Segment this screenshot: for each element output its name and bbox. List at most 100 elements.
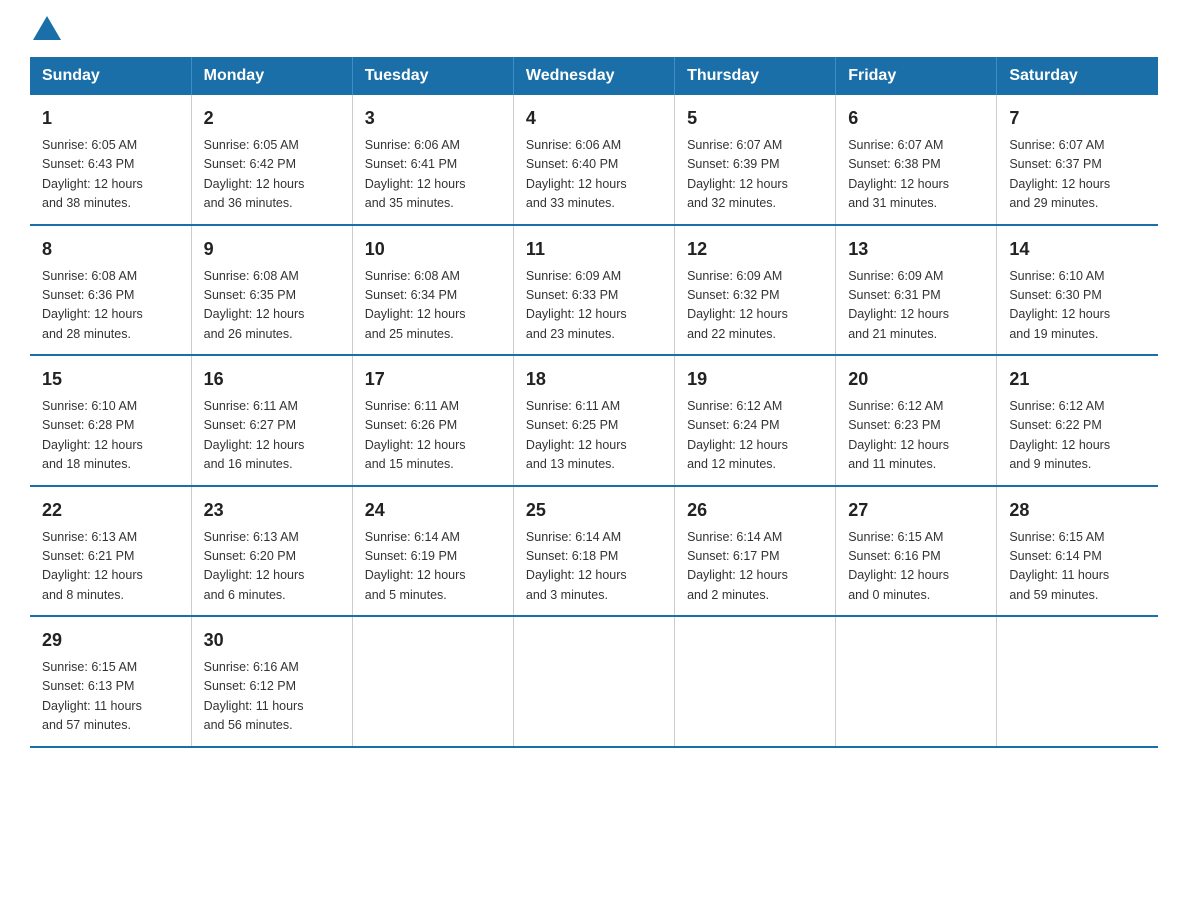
calendar-cell: 27Sunrise: 6:15 AMSunset: 6:16 PMDayligh… bbox=[836, 486, 997, 617]
day-number: 4 bbox=[526, 105, 662, 132]
day-details: Sunrise: 6:09 AMSunset: 6:33 PMDaylight:… bbox=[526, 267, 662, 345]
page-header bbox=[30, 20, 1158, 37]
weekday-header-saturday: Saturday bbox=[997, 57, 1158, 95]
calendar-cell: 2 Sunrise: 6:05 AMSunset: 6:42 PMDaylight… bbox=[191, 95, 352, 225]
day-number: 1 bbox=[42, 105, 179, 132]
calendar-cell: 23 Sunrise: 6:13 AMSunset: 6:20 PMDayligh… bbox=[191, 486, 352, 617]
day-details: Sunrise: 6:11 AMSunset: 6:27 PMDaylight:… bbox=[204, 397, 340, 475]
day-details: Sunrise: 6:09 AMSunset: 6:32 PMDaylight:… bbox=[687, 267, 823, 345]
day-number: 17 bbox=[365, 366, 501, 393]
day-details: Sunrise: 6:07 AMSunset: 6:37 PMDaylight:… bbox=[1009, 136, 1146, 214]
calendar-cell: 1 Sunrise: 6:05 AMSunset: 6:43 PMDaylight… bbox=[30, 95, 191, 225]
calendar-cell: 10Sunrise: 6:08 AMSunset: 6:34 PMDayligh… bbox=[352, 225, 513, 356]
calendar-cell bbox=[836, 616, 997, 747]
calendar-body: 1 Sunrise: 6:05 AMSunset: 6:43 PMDaylight… bbox=[30, 95, 1158, 747]
day-details: Sunrise: 6:07 AMSunset: 6:39 PMDaylight:… bbox=[687, 136, 823, 214]
day-number: 23 bbox=[204, 497, 340, 524]
day-number: 2 bbox=[204, 105, 340, 132]
calendar-cell: 6 Sunrise: 6:07 AMSunset: 6:38 PMDaylight… bbox=[836, 95, 997, 225]
day-number: 22 bbox=[42, 497, 179, 524]
day-details: Sunrise: 6:15 AMSunset: 6:13 PMDaylight:… bbox=[42, 658, 179, 736]
weekday-header-row: SundayMondayTuesdayWednesdayThursdayFrid… bbox=[30, 57, 1158, 95]
logo-triangle-icon bbox=[33, 16, 61, 40]
day-details: Sunrise: 6:14 AMSunset: 6:18 PMDaylight:… bbox=[526, 528, 662, 606]
calendar-cell: 24 Sunrise: 6:14 AMSunset: 6:19 PMDayligh… bbox=[352, 486, 513, 617]
calendar-cell bbox=[513, 616, 674, 747]
calendar-cell: 26 Sunrise: 6:14 AMSunset: 6:17 PMDayligh… bbox=[675, 486, 836, 617]
calendar-cell bbox=[675, 616, 836, 747]
day-details: Sunrise: 6:12 AMSunset: 6:24 PMDaylight:… bbox=[687, 397, 823, 475]
day-details: Sunrise: 6:13 AMSunset: 6:21 PMDaylight:… bbox=[42, 528, 179, 606]
day-number: 27 bbox=[848, 497, 984, 524]
calendar-cell: 8Sunrise: 6:08 AMSunset: 6:36 PMDaylight… bbox=[30, 225, 191, 356]
day-number: 24 bbox=[365, 497, 501, 524]
weekday-header-wednesday: Wednesday bbox=[513, 57, 674, 95]
day-number: 20 bbox=[848, 366, 984, 393]
calendar-week-4: 22 Sunrise: 6:13 AMSunset: 6:21 PMDayligh… bbox=[30, 486, 1158, 617]
day-details: Sunrise: 6:11 AMSunset: 6:26 PMDaylight:… bbox=[365, 397, 501, 475]
calendar-cell: 20 Sunrise: 6:12 AMSunset: 6:23 PMDayligh… bbox=[836, 355, 997, 486]
day-details: Sunrise: 6:12 AMSunset: 6:23 PMDaylight:… bbox=[848, 397, 984, 475]
day-number: 19 bbox=[687, 366, 823, 393]
calendar-cell: 5Sunrise: 6:07 AMSunset: 6:39 PMDaylight… bbox=[675, 95, 836, 225]
calendar-cell: 18 Sunrise: 6:11 AMSunset: 6:25 PMDayligh… bbox=[513, 355, 674, 486]
weekday-header-monday: Monday bbox=[191, 57, 352, 95]
day-details: Sunrise: 6:12 AMSunset: 6:22 PMDaylight:… bbox=[1009, 397, 1146, 475]
calendar-cell: 13Sunrise: 6:09 AMSunset: 6:31 PMDayligh… bbox=[836, 225, 997, 356]
calendar-week-1: 1 Sunrise: 6:05 AMSunset: 6:43 PMDaylight… bbox=[30, 95, 1158, 225]
day-details: Sunrise: 6:10 AMSunset: 6:30 PMDaylight:… bbox=[1009, 267, 1146, 345]
calendar-cell: 11Sunrise: 6:09 AMSunset: 6:33 PMDayligh… bbox=[513, 225, 674, 356]
calendar-cell: 28Sunrise: 6:15 AMSunset: 6:14 PMDayligh… bbox=[997, 486, 1158, 617]
calendar-cell: 19 Sunrise: 6:12 AMSunset: 6:24 PMDayligh… bbox=[675, 355, 836, 486]
calendar-cell: 16 Sunrise: 6:11 AMSunset: 6:27 PMDayligh… bbox=[191, 355, 352, 486]
calendar-week-2: 8Sunrise: 6:08 AMSunset: 6:36 PMDaylight… bbox=[30, 225, 1158, 356]
day-number: 26 bbox=[687, 497, 823, 524]
logo bbox=[30, 20, 61, 37]
day-number: 29 bbox=[42, 627, 179, 654]
calendar-cell: 29 Sunrise: 6:15 AMSunset: 6:13 PMDayligh… bbox=[30, 616, 191, 747]
day-details: Sunrise: 6:08 AMSunset: 6:36 PMDaylight:… bbox=[42, 267, 179, 345]
calendar-cell: 12Sunrise: 6:09 AMSunset: 6:32 PMDayligh… bbox=[675, 225, 836, 356]
calendar-cell: 25 Sunrise: 6:14 AMSunset: 6:18 PMDayligh… bbox=[513, 486, 674, 617]
calendar-cell bbox=[352, 616, 513, 747]
day-number: 18 bbox=[526, 366, 662, 393]
calendar-cell: 21 Sunrise: 6:12 AMSunset: 6:22 PMDayligh… bbox=[997, 355, 1158, 486]
day-number: 13 bbox=[848, 236, 984, 263]
day-number: 15 bbox=[42, 366, 179, 393]
weekday-header-tuesday: Tuesday bbox=[352, 57, 513, 95]
day-number: 6 bbox=[848, 105, 984, 132]
weekday-header-friday: Friday bbox=[836, 57, 997, 95]
calendar-cell: 14 Sunrise: 6:10 AMSunset: 6:30 PMDayligh… bbox=[997, 225, 1158, 356]
calendar-cell: 30 Sunrise: 6:16 AMSunset: 6:12 PMDayligh… bbox=[191, 616, 352, 747]
day-details: Sunrise: 6:16 AMSunset: 6:12 PMDaylight:… bbox=[204, 658, 340, 736]
calendar-cell: 22 Sunrise: 6:13 AMSunset: 6:21 PMDayligh… bbox=[30, 486, 191, 617]
calendar-table: SundayMondayTuesdayWednesdayThursdayFrid… bbox=[30, 57, 1158, 748]
calendar-cell: 4 Sunrise: 6:06 AMSunset: 6:40 PMDaylight… bbox=[513, 95, 674, 225]
weekday-header-sunday: Sunday bbox=[30, 57, 191, 95]
weekday-header-thursday: Thursday bbox=[675, 57, 836, 95]
day-details: Sunrise: 6:13 AMSunset: 6:20 PMDaylight:… bbox=[204, 528, 340, 606]
day-details: Sunrise: 6:05 AMSunset: 6:43 PMDaylight:… bbox=[42, 136, 179, 214]
day-number: 30 bbox=[204, 627, 340, 654]
day-number: 21 bbox=[1009, 366, 1146, 393]
calendar-cell bbox=[997, 616, 1158, 747]
day-number: 7 bbox=[1009, 105, 1146, 132]
day-number: 25 bbox=[526, 497, 662, 524]
calendar-header: SundayMondayTuesdayWednesdayThursdayFrid… bbox=[30, 57, 1158, 95]
day-number: 16 bbox=[204, 366, 340, 393]
day-number: 28 bbox=[1009, 497, 1146, 524]
day-details: Sunrise: 6:10 AMSunset: 6:28 PMDaylight:… bbox=[42, 397, 179, 475]
calendar-cell: 15 Sunrise: 6:10 AMSunset: 6:28 PMDayligh… bbox=[30, 355, 191, 486]
calendar-week-5: 29 Sunrise: 6:15 AMSunset: 6:13 PMDayligh… bbox=[30, 616, 1158, 747]
calendar-cell: 9Sunrise: 6:08 AMSunset: 6:35 PMDaylight… bbox=[191, 225, 352, 356]
day-number: 3 bbox=[365, 105, 501, 132]
day-details: Sunrise: 6:06 AMSunset: 6:41 PMDaylight:… bbox=[365, 136, 501, 214]
day-details: Sunrise: 6:11 AMSunset: 6:25 PMDaylight:… bbox=[526, 397, 662, 475]
day-details: Sunrise: 6:14 AMSunset: 6:17 PMDaylight:… bbox=[687, 528, 823, 606]
day-details: Sunrise: 6:14 AMSunset: 6:19 PMDaylight:… bbox=[365, 528, 501, 606]
day-number: 10 bbox=[365, 236, 501, 263]
day-details: Sunrise: 6:05 AMSunset: 6:42 PMDaylight:… bbox=[204, 136, 340, 214]
day-details: Sunrise: 6:07 AMSunset: 6:38 PMDaylight:… bbox=[848, 136, 984, 214]
day-details: Sunrise: 6:06 AMSunset: 6:40 PMDaylight:… bbox=[526, 136, 662, 214]
day-number: 14 bbox=[1009, 236, 1146, 263]
